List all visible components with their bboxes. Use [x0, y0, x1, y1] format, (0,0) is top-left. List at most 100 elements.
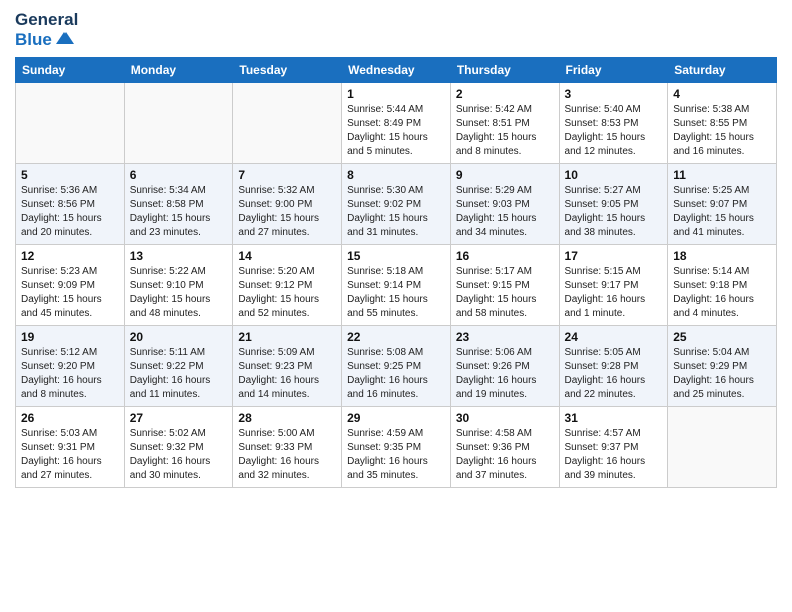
calendar-cell: 21 Sunrise: 5:09 AM Sunset: 9:23 PM Dayli…: [233, 326, 342, 407]
day-number: 3: [565, 87, 663, 101]
calendar-cell: 16 Sunrise: 5:17 AM Sunset: 9:15 PM Dayli…: [450, 245, 559, 326]
day-number: 1: [347, 87, 445, 101]
calendar-cell: 2 Sunrise: 5:42 AM Sunset: 8:51 PM Daylig…: [450, 83, 559, 164]
calendar-cell: 7Sunrise: 5:32 AM Sunset: 9:00 PM Daylig…: [233, 164, 342, 245]
day-info: Sunrise: 5:34 AM Sunset: 8:58 PM Dayligh…: [130, 184, 228, 240]
day-info: Sunrise: 5:08 AM Sunset: 9:25 PM Dayligh…: [347, 346, 445, 402]
calendar-cell: 31 Sunrise: 4:57 AM Sunset: 9:37 PM Dayli…: [559, 407, 668, 488]
day-info: Sunrise: 5:38 AM Sunset: 8:55 PM Dayligh…: [673, 103, 771, 159]
day-number: 20: [130, 330, 228, 344]
calendar-week-4: 19 Sunrise: 5:12 AM Sunset: 9:20 PM Dayli…: [16, 326, 777, 407]
day-number: 26: [21, 411, 119, 425]
day-info: Sunrise: 5:00 AM Sunset: 9:33 PM Dayligh…: [238, 427, 336, 483]
calendar-cell: 30 Sunrise: 4:58 AM Sunset: 9:36 PM Dayli…: [450, 407, 559, 488]
dow-header-sunday: Sunday: [16, 58, 125, 83]
day-number: 4: [673, 87, 771, 101]
day-number: 9: [456, 168, 554, 182]
day-number: 12: [21, 249, 119, 263]
day-info: Sunrise: 5:20 AM Sunset: 9:12 PM Dayligh…: [238, 265, 336, 321]
calendar-cell: 9 Sunrise: 5:29 AM Sunset: 9:03 PM Daylig…: [450, 164, 559, 245]
calendar-cell: 26 Sunrise: 5:03 AM Sunset: 9:31 PM Dayli…: [16, 407, 125, 488]
calendar-table: SundayMondayTuesdayWednesdayThursdayFrid…: [15, 57, 777, 488]
calendar-cell: 12 Sunrise: 5:23 AM Sunset: 9:09 PM Dayli…: [16, 245, 125, 326]
day-number: 28: [238, 411, 336, 425]
day-info: Sunrise: 5:23 AM Sunset: 9:09 PM Dayligh…: [21, 265, 119, 321]
day-info: Sunrise: 5:18 AM Sunset: 9:14 PM Dayligh…: [347, 265, 445, 321]
day-info: Sunrise: 5:42 AM Sunset: 8:51 PM Dayligh…: [456, 103, 554, 159]
day-number: 2: [456, 87, 554, 101]
day-number: 30: [456, 411, 554, 425]
day-number: 29: [347, 411, 445, 425]
days-of-week-row: SundayMondayTuesdayWednesdayThursdayFrid…: [16, 58, 777, 83]
day-number: 15: [347, 249, 445, 263]
day-info: Sunrise: 5:40 AM Sunset: 8:53 PM Dayligh…: [565, 103, 663, 159]
day-info: Sunrise: 5:04 AM Sunset: 9:29 PM Dayligh…: [673, 346, 771, 402]
calendar-week-2: 5 Sunrise: 5:36 AM Sunset: 8:56 PM Daylig…: [16, 164, 777, 245]
logo-arrow-icon: [54, 30, 76, 46]
day-info: Sunrise: 4:59 AM Sunset: 9:35 PM Dayligh…: [347, 427, 445, 483]
day-info: Sunrise: 5:09 AM Sunset: 9:23 PM Dayligh…: [238, 346, 336, 402]
calendar-cell: 11Sunrise: 5:25 AM Sunset: 9:07 PM Dayli…: [668, 164, 777, 245]
logo-general: General: [15, 10, 78, 30]
dow-header-wednesday: Wednesday: [342, 58, 451, 83]
page-header: General Blue: [15, 10, 777, 49]
calendar-cell: 24 Sunrise: 5:05 AM Sunset: 9:28 PM Dayli…: [559, 326, 668, 407]
calendar-cell: [668, 407, 777, 488]
dow-header-thursday: Thursday: [450, 58, 559, 83]
dow-header-monday: Monday: [124, 58, 233, 83]
day-info: Sunrise: 5:14 AM Sunset: 9:18 PM Dayligh…: [673, 265, 771, 321]
calendar-cell: 20 Sunrise: 5:11 AM Sunset: 9:22 PM Dayli…: [124, 326, 233, 407]
logo: General Blue: [15, 10, 78, 49]
day-number: 31: [565, 411, 663, 425]
day-number: 19: [21, 330, 119, 344]
calendar-cell: 29 Sunrise: 4:59 AM Sunset: 9:35 PM Dayli…: [342, 407, 451, 488]
day-info: Sunrise: 5:06 AM Sunset: 9:26 PM Dayligh…: [456, 346, 554, 402]
day-info: Sunrise: 5:32 AM Sunset: 9:00 PM Dayligh…: [238, 184, 336, 240]
day-number: 24: [565, 330, 663, 344]
day-info: Sunrise: 5:03 AM Sunset: 9:31 PM Dayligh…: [21, 427, 119, 483]
calendar-cell: [16, 83, 125, 164]
day-number: 10: [565, 168, 663, 182]
calendar-body: 1Sunrise: 5:44 AM Sunset: 8:49 PM Daylig…: [16, 83, 777, 488]
day-info: Sunrise: 5:12 AM Sunset: 9:20 PM Dayligh…: [21, 346, 119, 402]
calendar-cell: 15 Sunrise: 5:18 AM Sunset: 9:14 PM Dayli…: [342, 245, 451, 326]
day-number: 14: [238, 249, 336, 263]
day-info: Sunrise: 5:11 AM Sunset: 9:22 PM Dayligh…: [130, 346, 228, 402]
day-info: Sunrise: 5:15 AM Sunset: 9:17 PM Dayligh…: [565, 265, 663, 321]
day-info: Sunrise: 5:36 AM Sunset: 8:56 PM Dayligh…: [21, 184, 119, 240]
day-number: 23: [456, 330, 554, 344]
day-number: 18: [673, 249, 771, 263]
day-number: 5: [21, 168, 119, 182]
day-number: 17: [565, 249, 663, 263]
day-number: 22: [347, 330, 445, 344]
calendar-cell: 8Sunrise: 5:30 AM Sunset: 9:02 PM Daylig…: [342, 164, 451, 245]
calendar-week-5: 26 Sunrise: 5:03 AM Sunset: 9:31 PM Dayli…: [16, 407, 777, 488]
calendar-cell: [124, 83, 233, 164]
day-info: Sunrise: 5:02 AM Sunset: 9:32 PM Dayligh…: [130, 427, 228, 483]
calendar-cell: 27Sunrise: 5:02 AM Sunset: 9:32 PM Dayli…: [124, 407, 233, 488]
calendar-cell: 28 Sunrise: 5:00 AM Sunset: 9:33 PM Dayli…: [233, 407, 342, 488]
dow-header-saturday: Saturday: [668, 58, 777, 83]
day-info: Sunrise: 5:30 AM Sunset: 9:02 PM Dayligh…: [347, 184, 445, 240]
calendar-cell: 10 Sunrise: 5:27 AM Sunset: 9:05 PM Dayli…: [559, 164, 668, 245]
day-info: Sunrise: 5:05 AM Sunset: 9:28 PM Dayligh…: [565, 346, 663, 402]
calendar-cell: 1Sunrise: 5:44 AM Sunset: 8:49 PM Daylig…: [342, 83, 451, 164]
calendar-cell: 19 Sunrise: 5:12 AM Sunset: 9:20 PM Dayli…: [16, 326, 125, 407]
calendar-cell: 17 Sunrise: 5:15 AM Sunset: 9:17 PM Dayli…: [559, 245, 668, 326]
calendar-cell: [233, 83, 342, 164]
calendar-cell: 5 Sunrise: 5:36 AM Sunset: 8:56 PM Daylig…: [16, 164, 125, 245]
day-info: Sunrise: 5:25 AM Sunset: 9:07 PM Dayligh…: [673, 184, 771, 240]
day-info: Sunrise: 4:57 AM Sunset: 9:37 PM Dayligh…: [565, 427, 663, 483]
day-info: Sunrise: 5:17 AM Sunset: 9:15 PM Dayligh…: [456, 265, 554, 321]
day-info: Sunrise: 5:27 AM Sunset: 9:05 PM Dayligh…: [565, 184, 663, 240]
calendar-cell: 25Sunrise: 5:04 AM Sunset: 9:29 PM Dayli…: [668, 326, 777, 407]
calendar-cell: 22 Sunrise: 5:08 AM Sunset: 9:25 PM Dayli…: [342, 326, 451, 407]
calendar-cell: 14 Sunrise: 5:20 AM Sunset: 9:12 PM Dayli…: [233, 245, 342, 326]
day-info: Sunrise: 5:29 AM Sunset: 9:03 PM Dayligh…: [456, 184, 554, 240]
calendar-cell: 18 Sunrise: 5:14 AM Sunset: 9:18 PM Dayli…: [668, 245, 777, 326]
day-number: 13: [130, 249, 228, 263]
day-info: Sunrise: 4:58 AM Sunset: 9:36 PM Dayligh…: [456, 427, 554, 483]
day-number: 21: [238, 330, 336, 344]
logo-blue: Blue: [15, 30, 52, 50]
day-number: 16: [456, 249, 554, 263]
